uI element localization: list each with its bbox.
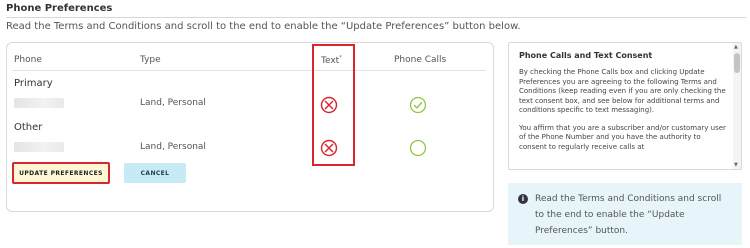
scroll-down-arrow-icon[interactable]: ▼ <box>734 162 738 168</box>
phone-calls-checkbox-primary[interactable] <box>409 96 427 118</box>
info-icon: i <box>518 194 528 204</box>
column-header-phone-calls: Phone Calls <box>394 55 447 65</box>
phone-type-primary: Land, Personal <box>140 98 206 108</box>
terms-title: Phone Calls and Text Consent <box>519 51 653 60</box>
phone-number-primary <box>14 98 64 108</box>
cancel-button[interactable]: CANCEL <box>124 163 186 183</box>
table-header-divider <box>12 70 486 71</box>
preferences-card <box>6 42 494 212</box>
phone-number-other <box>14 142 64 152</box>
terms-scrollbar[interactable]: ▲ ▼ <box>733 43 741 169</box>
scroll-up-arrow-icon[interactable]: ▲ <box>734 44 738 50</box>
terms-paragraph: By checking the Phone Calls box and clic… <box>519 68 726 114</box>
update-preferences-button[interactable]: UPDATE PREFERENCES <box>12 162 110 184</box>
instructions-text: Read the Terms and Conditions and scroll… <box>6 21 521 32</box>
phone-type-other: Land, Personal <box>140 142 206 152</box>
terms-notice: i Read the Terms and Conditions and scro… <box>508 183 742 245</box>
section-label-primary: Primary <box>14 78 53 89</box>
column-header-phone: Phone <box>14 55 42 65</box>
page-title: Phone Preferences <box>6 3 113 14</box>
text-column-highlight <box>312 44 355 166</box>
terms-scroll-box[interactable]: Phone Calls and Text Consent By checking… <box>508 42 742 170</box>
scrollbar-thumb[interactable] <box>734 53 740 73</box>
title-divider <box>6 17 746 18</box>
phone-calls-checkbox-other[interactable] <box>409 139 427 161</box>
terms-notice-text: Read the Terms and Conditions and scroll… <box>535 194 722 236</box>
section-label-other: Other <box>14 122 43 133</box>
column-header-type: Type <box>140 55 161 65</box>
terms-paragraph: You affirm that you are a subscriber and… <box>519 123 726 151</box>
